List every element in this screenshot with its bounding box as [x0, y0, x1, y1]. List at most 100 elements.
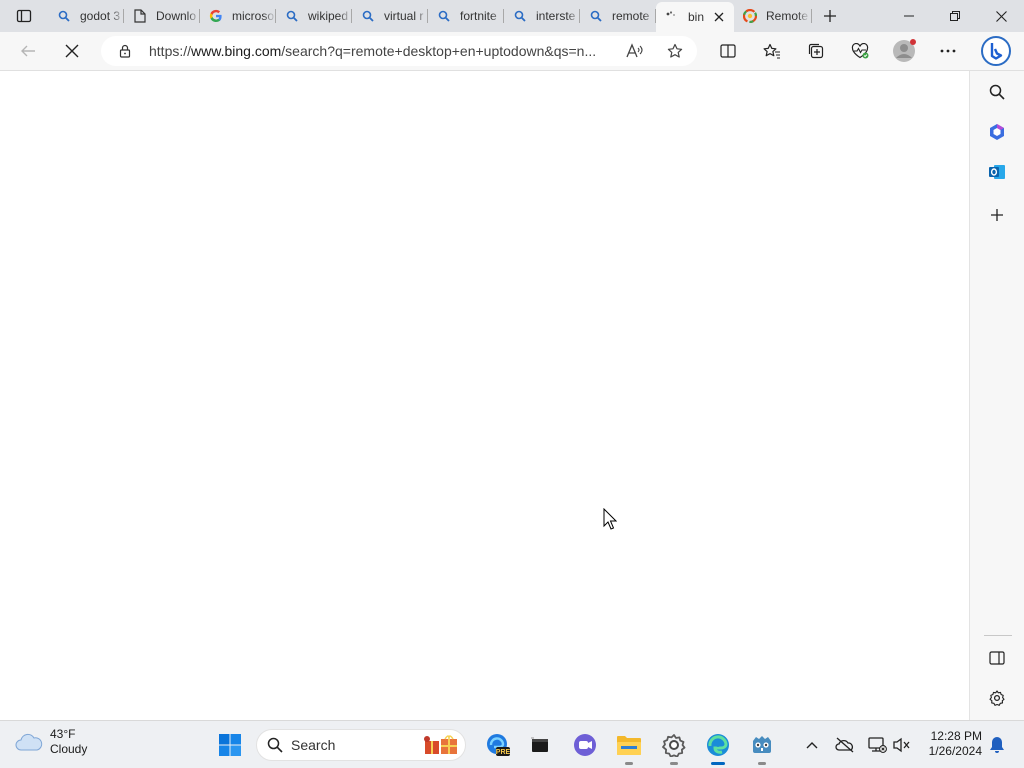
network-icon — [868, 737, 887, 753]
tab-title: wikiped — [308, 9, 349, 23]
tab-title: remote — [612, 9, 650, 23]
taskbar-teams[interactable] — [569, 729, 601, 761]
weather-widget[interactable]: 43°F Cloudy — [14, 727, 87, 757]
onedrive-button[interactable] — [831, 731, 859, 759]
file-explorer-icon — [617, 736, 641, 755]
tab-wikipedia[interactable]: wikiped — [276, 0, 352, 32]
cloud-icon — [15, 733, 43, 751]
tab-title: Remote — [766, 9, 809, 23]
collections-button[interactable] — [794, 35, 838, 67]
address-bar[interactable]: https://www.bing.com/search?q=remote+des… — [101, 36, 697, 66]
sidebar-toggle-icon — [989, 651, 1005, 665]
split-screen-icon — [720, 44, 736, 58]
start-button[interactable] — [214, 729, 246, 761]
bell-icon — [990, 737, 1004, 753]
bing-chat-icon — [981, 36, 1011, 66]
tab-interstellar[interactable]: interste — [504, 0, 580, 32]
taskbar-search-box[interactable]: Search — [256, 729, 466, 761]
tab-remote[interactable]: remote — [580, 0, 656, 32]
search-icon — [360, 8, 376, 24]
windows-start-icon — [219, 734, 241, 756]
toolbar-actions — [706, 35, 970, 67]
url-text[interactable]: https://www.bing.com/search?q=remote+des… — [149, 43, 615, 59]
tab-remote-app[interactable]: Remote — [734, 0, 812, 32]
settings-more-button[interactable] — [926, 35, 970, 67]
volume-button[interactable] — [888, 731, 916, 759]
browser-toolbar: https://www.bing.com/search?q=remote+des… — [0, 32, 1024, 71]
stop-loading-button[interactable] — [54, 35, 90, 67]
onedrive-offline-icon — [835, 737, 854, 753]
page-icon — [132, 8, 148, 24]
sidebar-search-button[interactable] — [983, 78, 1011, 106]
favorites-button[interactable] — [750, 35, 794, 67]
favorite-button[interactable] — [655, 36, 695, 66]
chevron-up-icon — [806, 742, 818, 749]
taskbar-file-explorer[interactable] — [613, 729, 645, 765]
tab-download[interactable]: Downlo — [124, 0, 200, 32]
page-content[interactable] — [0, 71, 969, 720]
favorites-icon — [763, 43, 780, 59]
taskbar-edge-beta[interactable]: PRE — [482, 729, 514, 761]
taskbar-godot[interactable] — [746, 729, 778, 765]
network-button[interactable] — [863, 731, 891, 759]
url-path: /search?q=remote+desktop+en+uptodown&qs=… — [281, 43, 597, 59]
tab-title: interste — [536, 9, 576, 23]
running-indicator — [625, 762, 633, 765]
search-icon — [56, 8, 72, 24]
tab-title: microso — [232, 9, 275, 23]
sidebar-microsoft365-button[interactable] — [983, 118, 1011, 146]
tab-bing-active[interactable]: bin — [656, 2, 734, 32]
edge-icon — [707, 734, 729, 756]
tab-virtual[interactable]: virtual r — [352, 0, 428, 32]
weather-condition: Cloudy — [50, 742, 88, 756]
star-icon — [667, 43, 683, 58]
microsoft365-icon — [990, 124, 1004, 140]
browser-essentials-button[interactable] — [838, 35, 882, 67]
tab-godot[interactable]: godot 3 — [48, 0, 124, 32]
clock-time: 12:28 PM — [930, 729, 982, 743]
teams-icon — [574, 734, 596, 756]
split-screen-button[interactable] — [706, 35, 750, 67]
show-hidden-icons-button[interactable] — [798, 731, 826, 759]
windows-taskbar: 43°F Cloudy Search PRE 12:28 PM 1/26/202… — [0, 720, 1024, 768]
avatar-icon — [893, 39, 916, 62]
tab-title: Downlo — [156, 9, 197, 23]
sidebar-outlook-button[interactable] — [983, 158, 1011, 186]
minimize-button[interactable] — [886, 0, 932, 32]
new-tab-button[interactable] — [812, 0, 848, 32]
taskbar-terminal[interactable] — [524, 729, 556, 761]
google-icon — [208, 8, 224, 24]
notifications-button[interactable] — [983, 731, 1011, 759]
sidebar-add-button[interactable] — [983, 201, 1011, 229]
taskbar-settings[interactable] — [658, 729, 690, 765]
profile-button[interactable] — [882, 35, 926, 67]
restore-button[interactable] — [932, 0, 978, 32]
hide-sidebar-button[interactable] — [983, 644, 1011, 672]
godot-icon — [753, 736, 771, 753]
heart-pulse-icon — [851, 43, 869, 59]
weather-temp: 43°F — [50, 727, 76, 741]
more-icon — [940, 49, 956, 53]
gear-icon — [989, 690, 1005, 706]
lock-icon[interactable] — [101, 44, 149, 58]
outlook-icon — [989, 165, 1005, 179]
stop-icon — [65, 44, 79, 58]
running-indicator — [711, 762, 725, 765]
read-aloud-button[interactable] — [615, 36, 655, 66]
taskbar-edge[interactable] — [702, 729, 734, 765]
window-controls — [886, 0, 1024, 32]
tab-fortnite[interactable]: fortnite — [428, 0, 504, 32]
volume-muted-icon — [893, 737, 910, 753]
close-window-button[interactable] — [978, 0, 1024, 32]
plus-icon — [991, 209, 1003, 221]
sidebar-settings-button[interactable] — [983, 684, 1011, 712]
system-clock[interactable]: 12:28 PM 1/26/2024 — [922, 729, 982, 759]
search-icon — [512, 8, 528, 24]
back-button[interactable] — [10, 35, 46, 67]
close-tab-icon[interactable] — [712, 10, 726, 24]
back-arrow-icon — [21, 45, 35, 57]
tab-actions-button[interactable] — [0, 0, 48, 32]
tab-microsoft[interactable]: microso — [200, 0, 276, 32]
tab-title: fortnite — [460, 9, 497, 23]
copilot-button[interactable] — [978, 33, 1014, 69]
